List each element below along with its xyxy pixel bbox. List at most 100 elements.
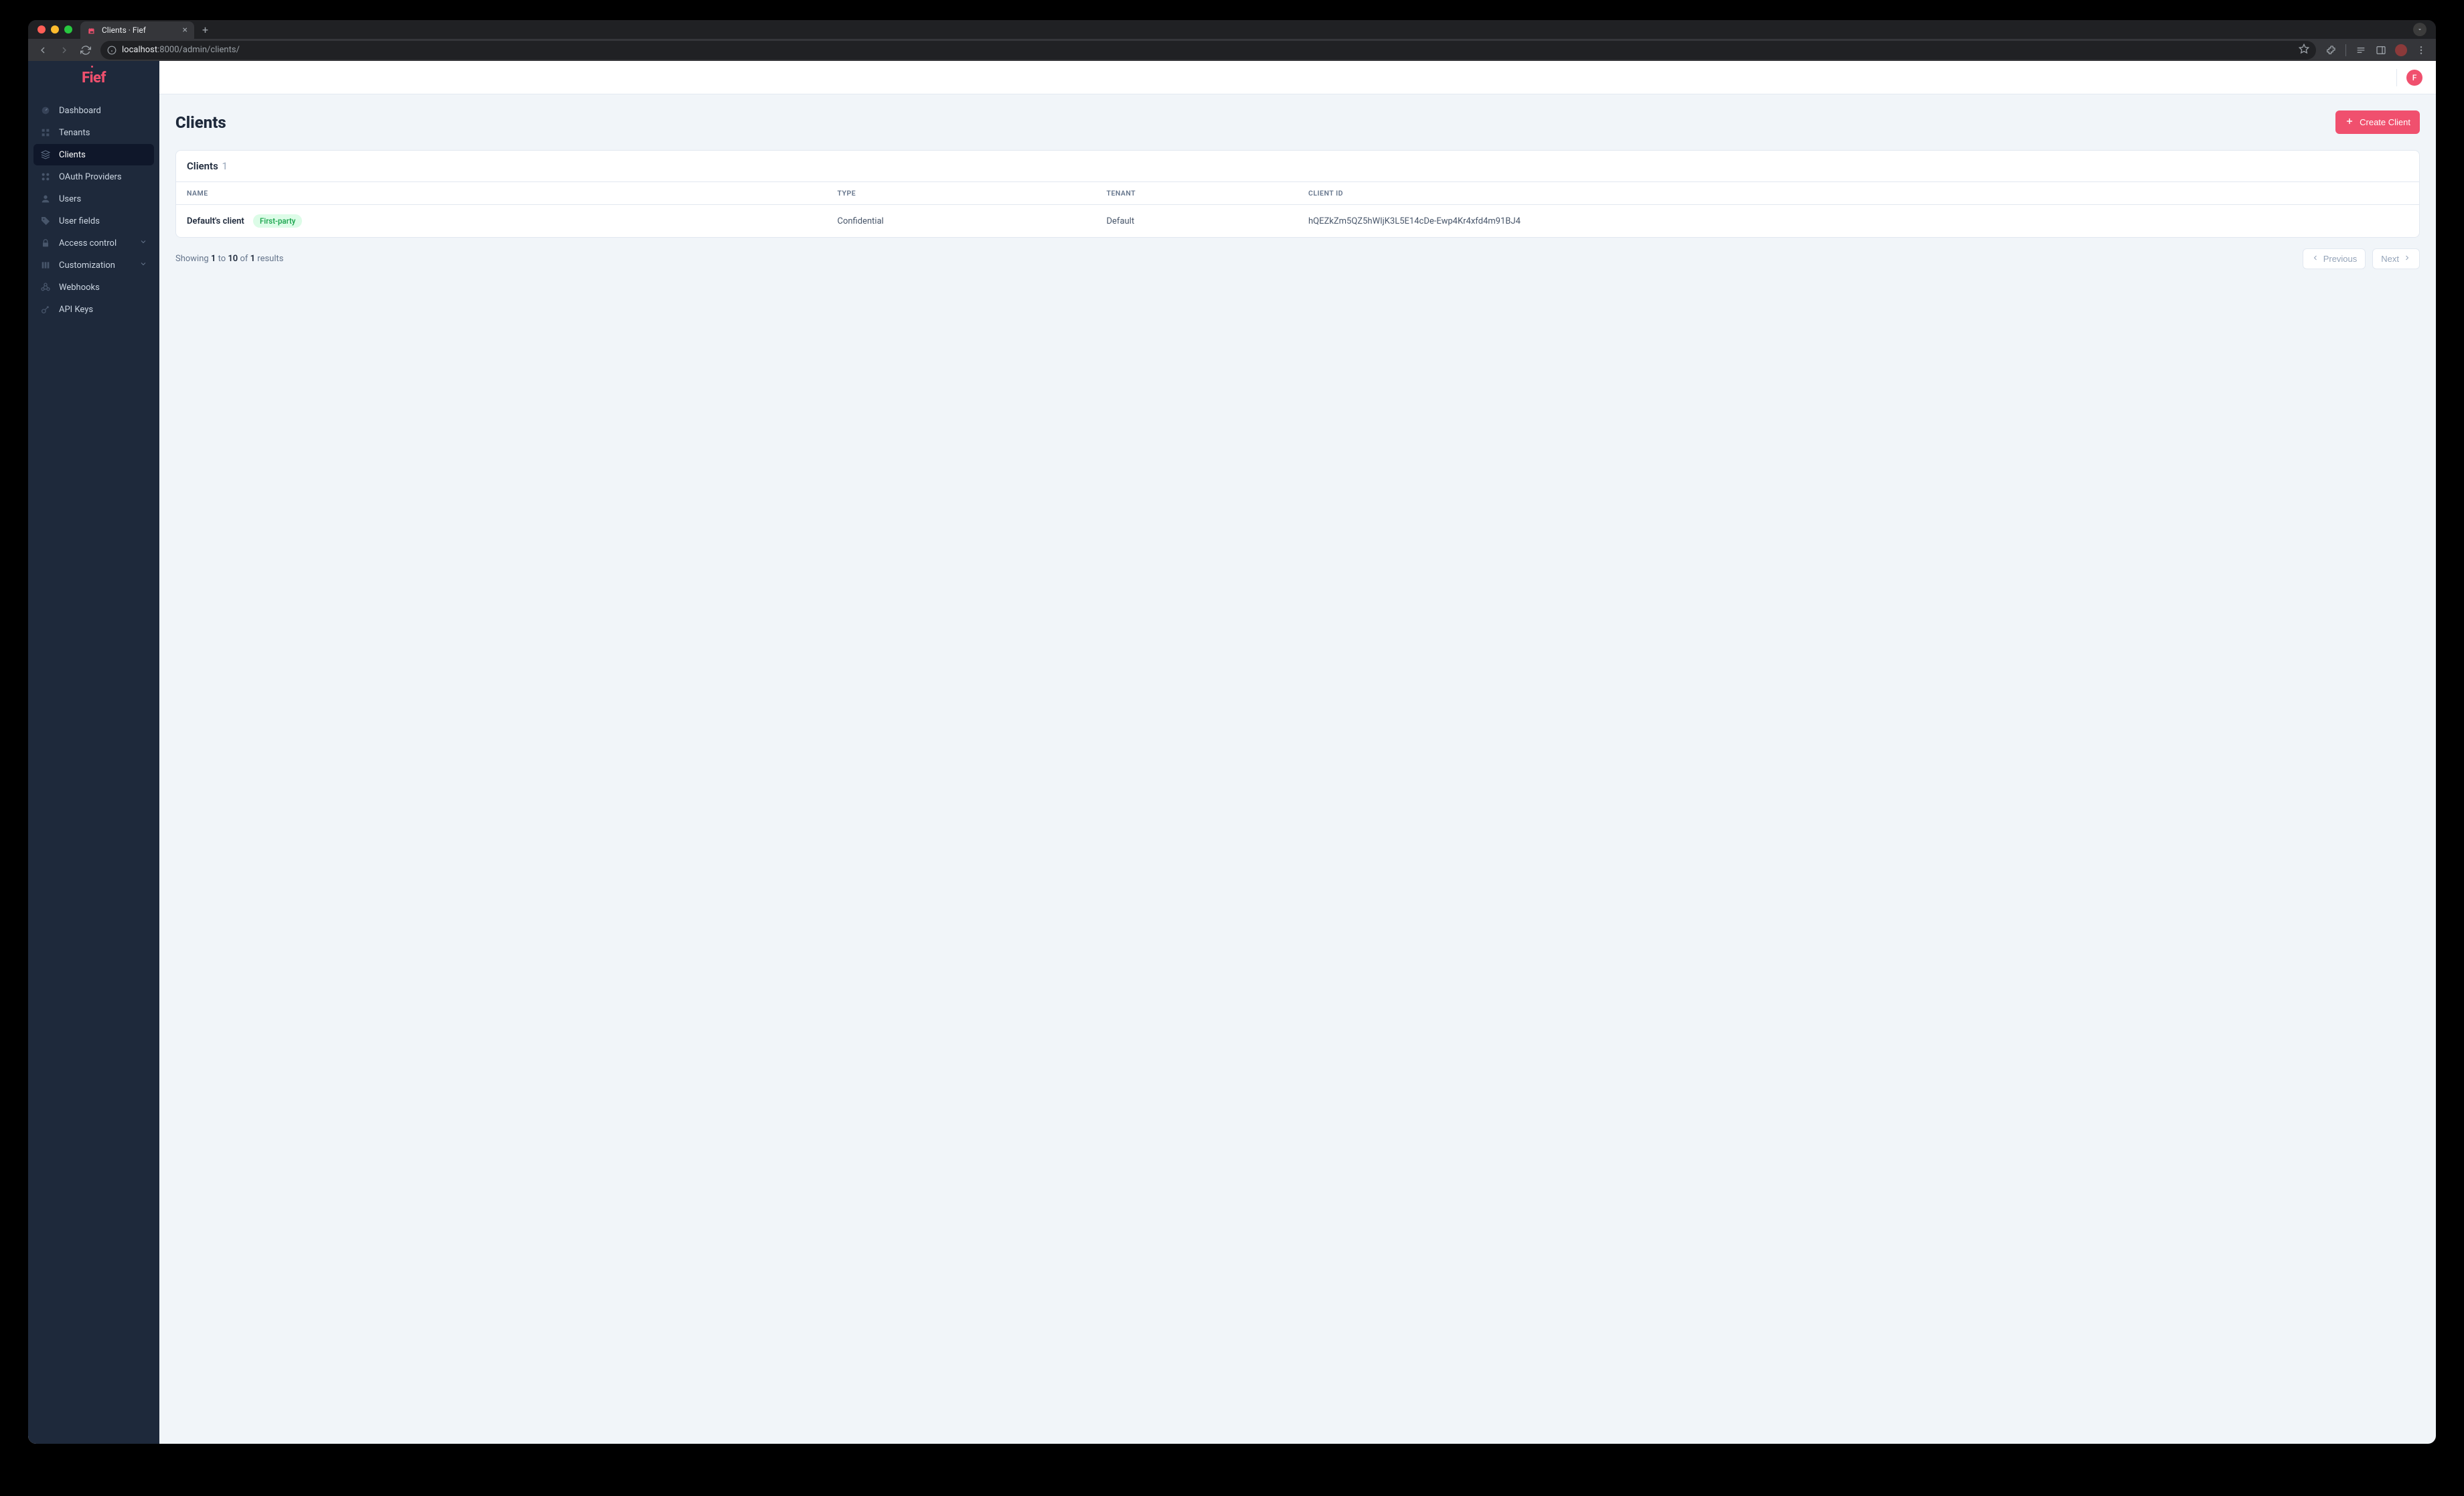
clients-icon (40, 149, 51, 160)
sidebar-item-users[interactable]: Users (33, 188, 154, 210)
customization-icon (40, 260, 51, 271)
webhook-icon (40, 282, 51, 293)
tab-close-icon[interactable]: × (183, 25, 187, 35)
cell-name: Default's client First-party (176, 205, 827, 238)
window-close[interactable] (37, 25, 46, 33)
column-client-id[interactable]: CLIENT ID (1298, 182, 2419, 205)
pagination-text: of (238, 254, 250, 264)
url-path: :8000/admin/clients/ (157, 45, 240, 55)
nav-back-button[interactable] (33, 41, 52, 60)
card-title: Clients (187, 160, 218, 172)
pagination-previous-button[interactable]: Previous (2303, 248, 2366, 269)
arrow-left-icon (2311, 254, 2319, 264)
sidebar-item-access-control[interactable]: Access control (33, 232, 154, 254)
table-row[interactable]: Default's client First-party Confidentia… (176, 205, 2419, 238)
castle-icon (87, 25, 96, 35)
bookmark-star-icon[interactable] (2299, 44, 2309, 57)
sidebar-item-label: Tenants (59, 128, 90, 138)
tag-icon (40, 216, 51, 226)
reload-button[interactable] (76, 41, 95, 60)
side-panel-button[interactable] (2372, 41, 2390, 60)
lock-icon (40, 238, 51, 248)
pagination-summary: Showing 1 to 10 of 1 results (175, 254, 283, 264)
button-label: Create Client (2360, 117, 2410, 127)
button-label: Next (2381, 254, 2399, 264)
browser-window: Clients · Fief × + localhost:8000/admin/… (28, 20, 2436, 1444)
sidebar-item-label: OAuth Providers (59, 172, 122, 182)
pagination-total: 1 (250, 254, 255, 264)
sidebar-item-label: Customization (59, 260, 115, 271)
chevron-down-icon (139, 260, 147, 271)
avatar-initial: F (2412, 73, 2417, 82)
sidebar-item-webhooks[interactable]: Webhooks (33, 277, 154, 298)
sidebar-item-tenants[interactable]: Tenants (33, 122, 154, 143)
pagination-buttons: Previous Next (2303, 248, 2420, 269)
arrow-right-icon (2403, 254, 2411, 264)
browser-tab-bar: Clients · Fief × + (28, 20, 2436, 39)
sidebar-item-clients[interactable]: Clients (33, 144, 154, 165)
clients-card: Clients 1 NAME TYPE TENANT CLIENT ID (175, 150, 2420, 238)
client-name-text: Default's client (187, 216, 244, 226)
topbar: F (159, 61, 2436, 94)
profile-button[interactable] (2392, 41, 2410, 60)
main-content-area: F Clients Create Client Clients 1 (159, 61, 2436, 1444)
nav-forward-button[interactable] (55, 41, 74, 60)
card-count: 1 (222, 160, 228, 172)
url-host: localhost (122, 45, 157, 55)
sidebar: Fief Dashboard Tenants Clients OAuth Pr (28, 61, 159, 1444)
sidebar-item-label: Access control (59, 238, 117, 248)
window-maximize[interactable] (64, 25, 72, 33)
page-content: Clients Create Client Clients 1 N (159, 94, 2436, 1444)
browser-menu-button[interactable] (2412, 41, 2431, 60)
column-type[interactable]: TYPE (827, 182, 1096, 205)
sidebar-item-label: Users (59, 194, 81, 204)
sidebar-item-api-keys[interactable]: API Keys (33, 299, 154, 320)
sidebar-item-label: Webhooks (59, 283, 100, 293)
media-control-button[interactable] (2352, 41, 2370, 60)
tabs-dropdown-button[interactable] (2413, 23, 2427, 36)
pagination-next-button[interactable]: Next (2372, 248, 2420, 269)
toolbar-separator (2345, 44, 2346, 56)
oauth-icon (40, 171, 51, 182)
browser-tab[interactable]: Clients · Fief × (80, 21, 194, 39)
cell-client-id: hQEZkZm5QZ5hWIjK3L5E14cDe-Ewp4Kr4xfd4m91… (1298, 205, 2419, 238)
app-shell: Fief Dashboard Tenants Clients OAuth Pr (28, 61, 2436, 1444)
page-header: Clients Create Client (175, 110, 2420, 134)
extensions-button[interactable] (2321, 41, 2340, 60)
users-icon (40, 194, 51, 204)
card-header: Clients 1 (176, 151, 2419, 182)
table-header-row: NAME TYPE TENANT CLIENT ID (176, 182, 2419, 205)
sidebar-nav: Dashboard Tenants Clients OAuth Provider… (28, 94, 159, 325)
sidebar-item-oauth-providers[interactable]: OAuth Providers (33, 166, 154, 188)
new-tab-button[interactable]: + (202, 23, 208, 36)
pagination-to: 10 (228, 254, 238, 264)
chevron-down-icon (139, 238, 147, 248)
column-name[interactable]: NAME (176, 182, 827, 205)
key-icon (40, 304, 51, 315)
column-tenant[interactable]: TENANT (1096, 182, 1298, 205)
sidebar-item-customization[interactable]: Customization (33, 254, 154, 276)
pagination-text: to (216, 254, 228, 264)
browser-toolbar: localhost:8000/admin/clients/ (28, 39, 2436, 61)
cell-tenant: Default (1096, 205, 1298, 238)
dashboard-icon (40, 105, 51, 116)
cell-type: Confidential (827, 205, 1096, 238)
site-info-icon[interactable] (107, 46, 117, 55)
user-avatar[interactable]: F (2406, 70, 2422, 86)
pagination-text: Showing (175, 254, 211, 264)
pagination: Showing 1 to 10 of 1 results Previous Ne… (175, 248, 2420, 269)
window-minimize[interactable] (51, 25, 59, 33)
pagination-text: results (255, 254, 283, 264)
first-party-badge: First-party (253, 214, 302, 228)
address-bar[interactable]: localhost:8000/admin/clients/ (100, 41, 2316, 60)
profile-avatar-icon (2395, 44, 2407, 56)
sidebar-item-user-fields[interactable]: User fields (33, 210, 154, 232)
plus-icon (2345, 117, 2354, 128)
sidebar-item-dashboard[interactable]: Dashboard (33, 100, 154, 121)
brand-logo[interactable]: Fief (28, 61, 159, 94)
sidebar-item-label: API Keys (59, 305, 93, 315)
tenants-icon (40, 127, 51, 138)
sidebar-item-label: Clients (59, 150, 86, 160)
create-client-button[interactable]: Create Client (2335, 110, 2420, 134)
clients-table: NAME TYPE TENANT CLIENT ID Default's cli… (176, 182, 2419, 237)
